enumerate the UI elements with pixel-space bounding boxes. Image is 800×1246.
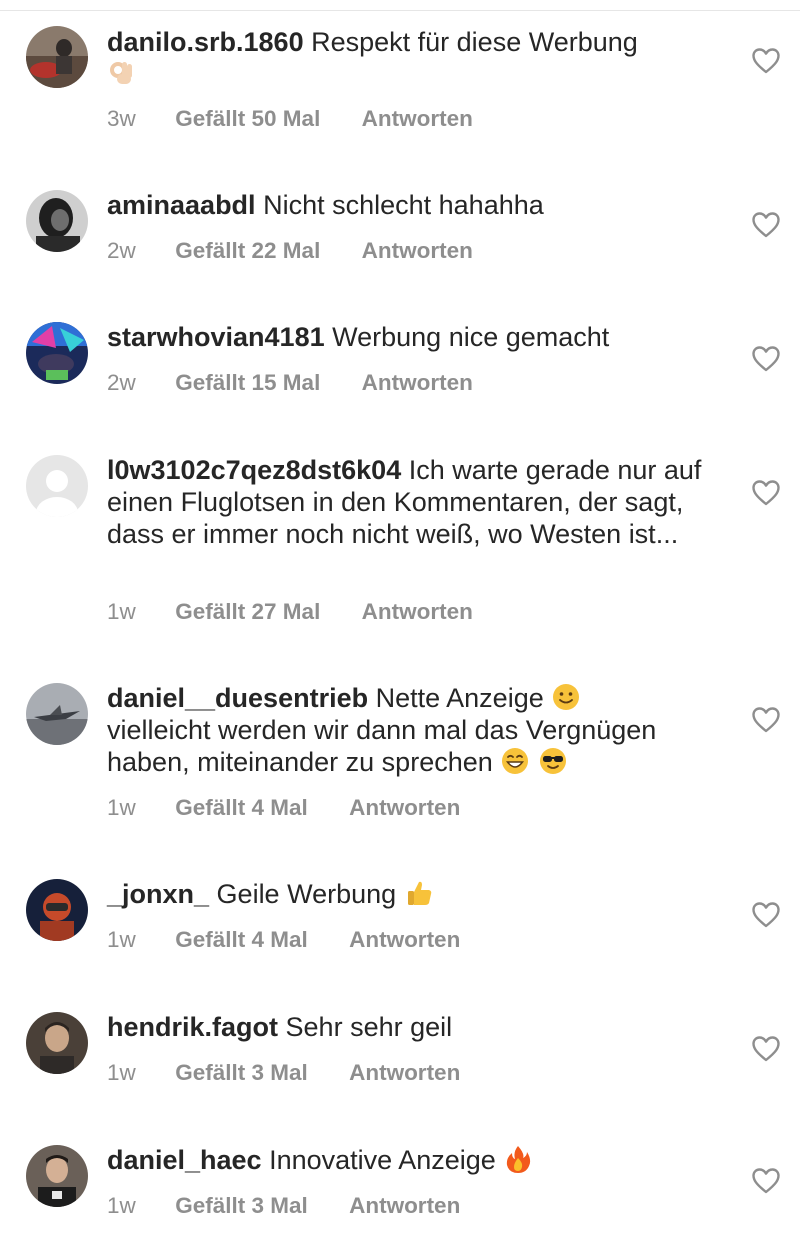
reply-button[interactable]: Antworten — [362, 370, 473, 395]
reply-button[interactable]: Antworten — [362, 599, 473, 624]
comment-time: 1w — [107, 1193, 136, 1218]
comment-body: _jonxn_ Geile Werbung — [107, 878, 717, 910]
likes-count-link[interactable]: Gefällt 15 Mal — [175, 370, 320, 395]
comment-username[interactable]: danilo.srb.1860 — [107, 27, 304, 57]
reply-button[interactable]: Antworten — [349, 795, 460, 820]
comment-body: danilo.srb.1860 Respekt für diese Werbun… — [107, 26, 717, 90]
avatar[interactable] — [26, 322, 88, 384]
like-heart-icon[interactable] — [752, 1168, 780, 1194]
likes-count-link[interactable]: Gefällt 27 Mal — [175, 599, 320, 624]
avatar[interactable] — [26, 455, 88, 517]
comment-time: 2w — [107, 370, 136, 395]
thumbs-up-emoji — [404, 878, 434, 908]
comment-body: starwhovian4181 Werbung nice gemacht — [107, 321, 717, 353]
avatar-image — [26, 879, 88, 941]
reply-button[interactable]: Antworten — [349, 1060, 460, 1085]
comment-text: Werbung nice gemacht — [332, 322, 610, 352]
comment-meta: 2w Gefällt 22 Mal Antworten — [107, 238, 473, 264]
comment-username[interactable]: starwhovian4181 — [107, 322, 325, 352]
comment-meta: 1w Gefällt 3 Mal Antworten — [107, 1060, 460, 1086]
comment-username[interactable]: hendrik.fagot — [107, 1012, 278, 1042]
likes-count-link[interactable]: Gefällt 3 Mal — [175, 1060, 308, 1085]
avatar[interactable] — [26, 1012, 88, 1074]
avatar-image — [26, 1145, 88, 1207]
comment-body: daniel_haec Innovative Anzeige — [107, 1144, 717, 1176]
comment-body: aminaaabdl Nicht schlecht hahahha — [107, 189, 717, 221]
comment-text: Nicht schlecht hahahha — [263, 190, 544, 220]
avatar-image — [26, 190, 88, 252]
default-avatar-icon — [26, 455, 88, 517]
comment-text: Respekt für diese Werbung — [311, 27, 638, 57]
top-divider — [0, 10, 800, 11]
reply-button[interactable]: Antworten — [362, 106, 473, 131]
comment-meta: 1w Gefällt 27 Mal Antworten — [107, 599, 473, 625]
comment-meta: 1w Gefällt 4 Mal Antworten — [107, 927, 460, 953]
reply-button[interactable]: Antworten — [349, 1193, 460, 1218]
like-heart-icon[interactable] — [752, 346, 780, 372]
comment-meta: 1w Gefällt 3 Mal Antworten — [107, 1193, 460, 1219]
like-heart-icon[interactable] — [752, 48, 780, 74]
like-heart-icon[interactable] — [752, 212, 780, 238]
avatar-image — [26, 322, 88, 384]
comment-meta: 1w Gefällt 4 Mal Antworten — [107, 795, 460, 821]
sunglasses-face-emoji — [538, 746, 568, 776]
avatar[interactable] — [26, 1145, 88, 1207]
avatar-image — [26, 26, 88, 88]
comment-time: 3w — [107, 106, 136, 131]
avatar[interactable] — [26, 879, 88, 941]
comment-time: 1w — [107, 795, 136, 820]
likes-count-link[interactable]: Gefällt 4 Mal — [175, 795, 308, 820]
grinning-face-emoji — [500, 746, 530, 776]
comment-body: daniel__duesentrieb Nette Anzeige vielle… — [107, 682, 717, 778]
comment-time: 1w — [107, 927, 136, 952]
likes-count-link[interactable]: Gefällt 3 Mal — [175, 1193, 308, 1218]
like-heart-icon[interactable] — [752, 707, 780, 733]
comment-username[interactable]: daniel__duesentrieb — [107, 683, 368, 713]
comment-time: 1w — [107, 599, 136, 624]
ok-hand-emoji — [107, 58, 137, 88]
comment-username[interactable]: daniel_haec — [107, 1145, 262, 1175]
like-heart-icon[interactable] — [752, 1036, 780, 1062]
avatar[interactable] — [26, 26, 88, 88]
comment-text: Sehr sehr geil — [285, 1012, 453, 1042]
comment-body: l0w3102c7qez8dst6k04 Ich warte gerade nu… — [107, 454, 717, 550]
comment-text: Innovative Anzeige — [269, 1145, 496, 1175]
comment-time: 1w — [107, 1060, 136, 1085]
avatar[interactable] — [26, 683, 88, 745]
comment-body: hendrik.fagot Sehr sehr geil — [107, 1011, 717, 1043]
like-heart-icon[interactable] — [752, 902, 780, 928]
comment-username[interactable]: aminaaabdl — [107, 190, 256, 220]
reply-button[interactable]: Antworten — [349, 927, 460, 952]
comment-time: 2w — [107, 238, 136, 263]
avatar-image — [26, 1012, 88, 1074]
reply-button[interactable]: Antworten — [362, 238, 473, 263]
likes-count-link[interactable]: Gefällt 22 Mal — [175, 238, 320, 263]
comment-meta: 3w Gefällt 50 Mal Antworten — [107, 106, 473, 132]
fire-emoji — [503, 1144, 533, 1174]
avatar[interactable] — [26, 190, 88, 252]
comment-text: Geile Werbung — [216, 879, 397, 909]
likes-count-link[interactable]: Gefällt 4 Mal — [175, 927, 308, 952]
comment-text-continued: vielleicht werden wir dann mal das Vergn… — [107, 715, 657, 777]
avatar-image — [26, 683, 88, 745]
comment-username[interactable]: l0w3102c7qez8dst6k04 — [107, 455, 401, 485]
comment-username[interactable]: _jonxn_ — [107, 879, 209, 909]
comment-text: Nette Anzeige — [375, 683, 544, 713]
slightly-smiling-face-emoji — [551, 682, 581, 712]
like-heart-icon[interactable] — [752, 480, 780, 506]
comment-meta: 2w Gefällt 15 Mal Antworten — [107, 370, 473, 396]
likes-count-link[interactable]: Gefällt 50 Mal — [175, 106, 320, 131]
